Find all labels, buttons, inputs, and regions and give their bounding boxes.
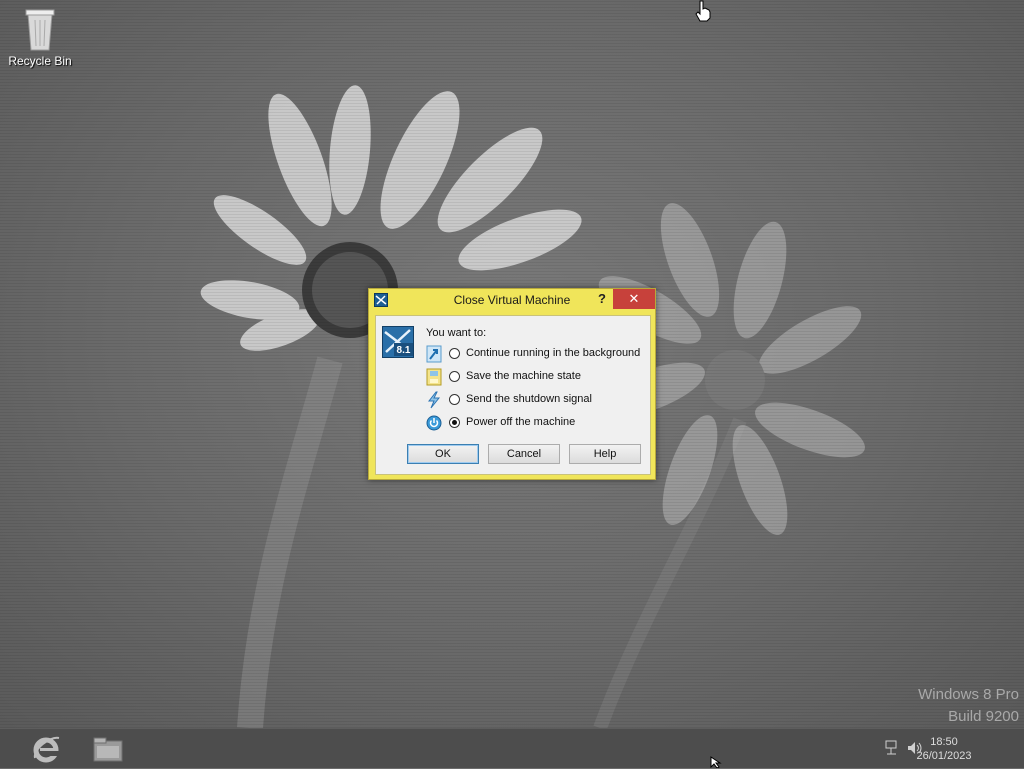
hand-cursor-icon <box>695 0 711 22</box>
file-explorer-icon <box>93 737 123 762</box>
option-continue-running[interactable]: Continue running in the background <box>426 344 646 364</box>
clock-time: 18:50 <box>930 736 958 748</box>
option-label: Continue running in the background <box>466 347 641 359</box>
option-label: Save the machine state <box>466 370 581 382</box>
system-tray: 18:50 26/01/2023 <box>864 729 1024 769</box>
close-vm-dialog: Close Virtual Machine ? ✕ 8.1 You want t… <box>368 288 656 480</box>
network-icon[interactable] <box>884 739 902 757</box>
internet-explorer-icon <box>33 736 60 763</box>
option-send-shutdown[interactable]: Send the shutdown signal <box>426 390 646 410</box>
watermark-build: Build 9200 <box>948 708 1019 725</box>
vm-logo-version: 8.1 <box>397 345 411 356</box>
close-icon: ✕ <box>628 291 640 306</box>
taskbar-clock[interactable]: 18:50 26/01/2023 <box>906 735 982 763</box>
option-save-state[interactable]: Save the machine state <box>426 367 646 387</box>
power-off-icon <box>426 415 442 431</box>
radio-send-shutdown[interactable] <box>449 394 460 405</box>
arrow-cursor-icon <box>710 756 722 768</box>
ok-button[interactable]: OK <box>407 444 479 464</box>
taskbar-file-explorer[interactable] <box>84 731 132 767</box>
cancel-button[interactable]: Cancel <box>488 444 560 464</box>
dialog-titlebar[interactable]: Close Virtual Machine ? ✕ <box>369 289 655 311</box>
save-state-icon <box>426 368 442 386</box>
help-button[interactable]: Help <box>569 444 641 464</box>
taskbar-internet-explorer[interactable] <box>22 731 70 767</box>
watermark-edition: Windows 8 Pro <box>918 686 1019 703</box>
option-power-off[interactable]: Power off the machine <box>426 413 646 433</box>
option-label: Send the shutdown signal <box>466 393 592 405</box>
radio-power-off[interactable] <box>449 417 460 428</box>
prompt-label: You want to: <box>426 327 487 339</box>
radio-continue-running[interactable] <box>449 348 460 359</box>
clock-date: 26/01/2023 <box>916 750 972 762</box>
desktop-icon-label: Recycle Bin <box>8 54 72 68</box>
help-title-button[interactable]: ? <box>591 289 613 309</box>
dialog-body: 8.1 You want to: Continue running in the… <box>375 315 651 475</box>
taskbar: 18:50 26/01/2023 <box>0 728 1024 768</box>
desktop-icon-recycle-bin[interactable]: Recycle Bin <box>4 6 76 68</box>
option-label: Power off the machine <box>466 416 576 428</box>
shutdown-signal-icon <box>427 391 441 409</box>
close-button[interactable]: ✕ <box>613 289 655 309</box>
windows-watermark: Windows 8 Pro Build 9200 <box>918 684 1019 728</box>
continue-running-icon <box>426 345 442 363</box>
windows-81-vm-logo-icon: 8.1 <box>382 326 414 358</box>
recycle-bin-icon <box>25 9 55 51</box>
radio-save-state[interactable] <box>449 371 460 382</box>
